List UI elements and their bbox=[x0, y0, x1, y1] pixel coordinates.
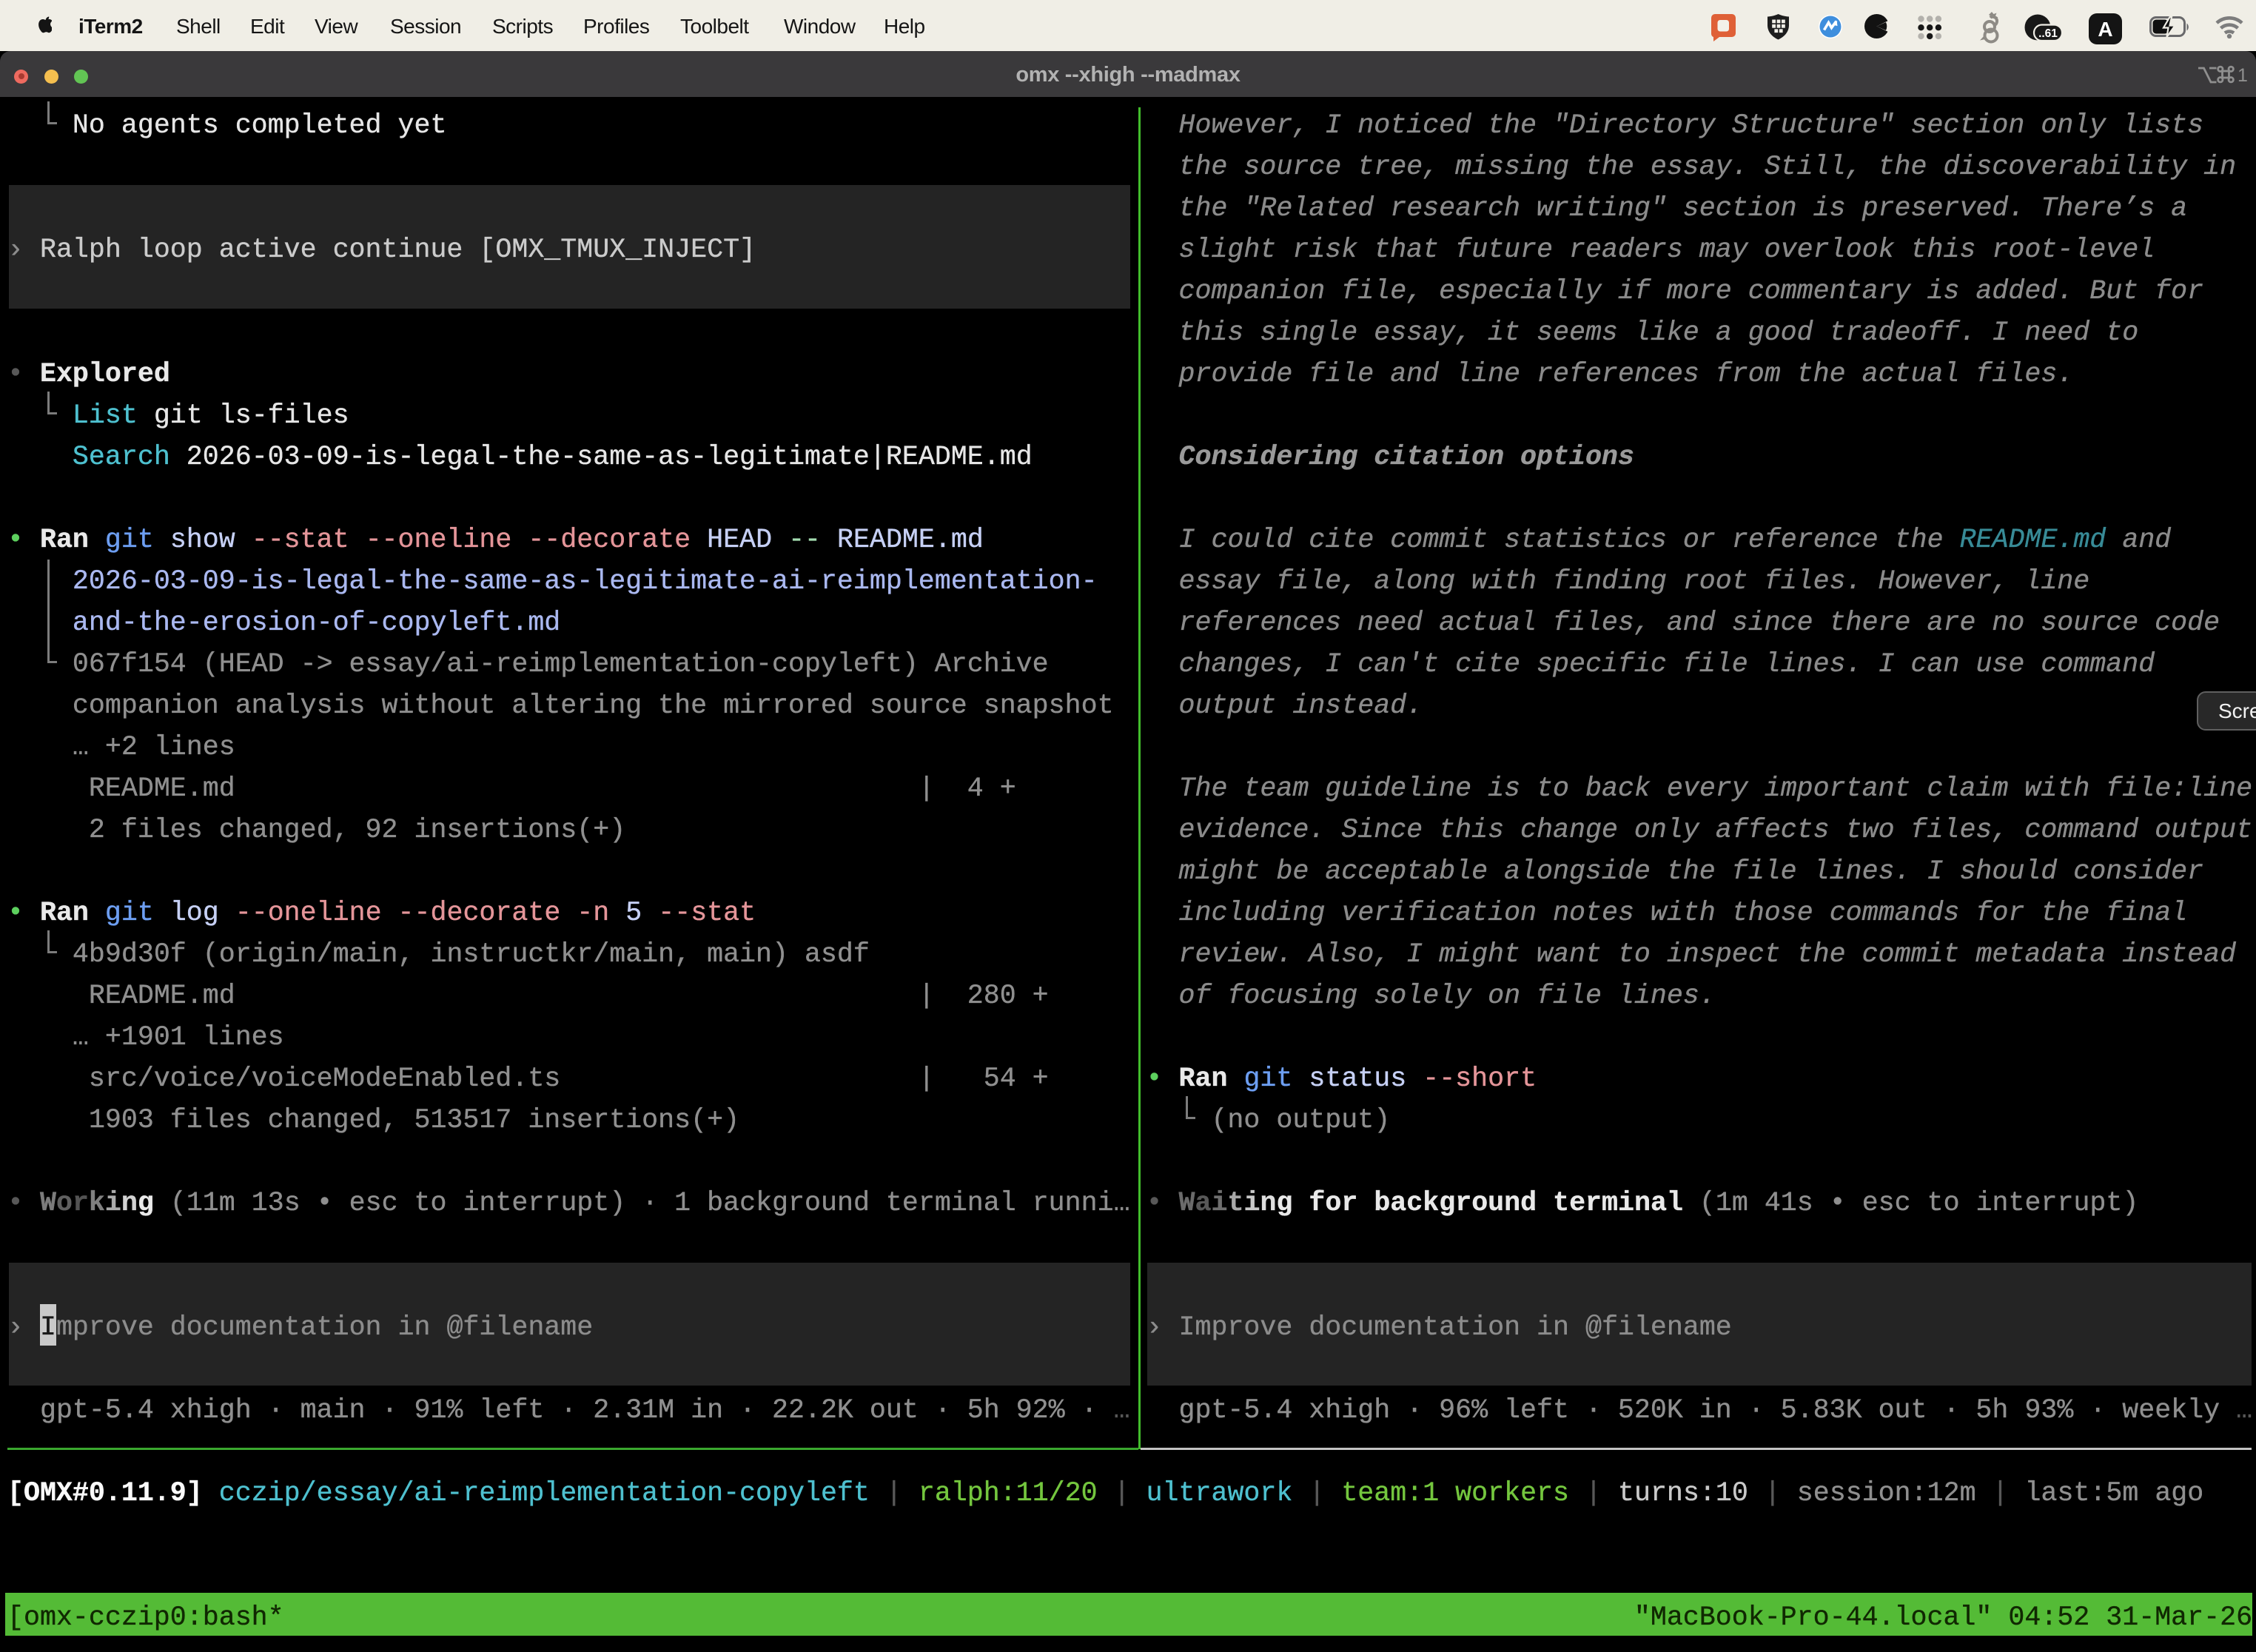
svg-text:..61: ..61 bbox=[2038, 27, 2058, 40]
svg-text:1: 1 bbox=[2237, 65, 2248, 86]
